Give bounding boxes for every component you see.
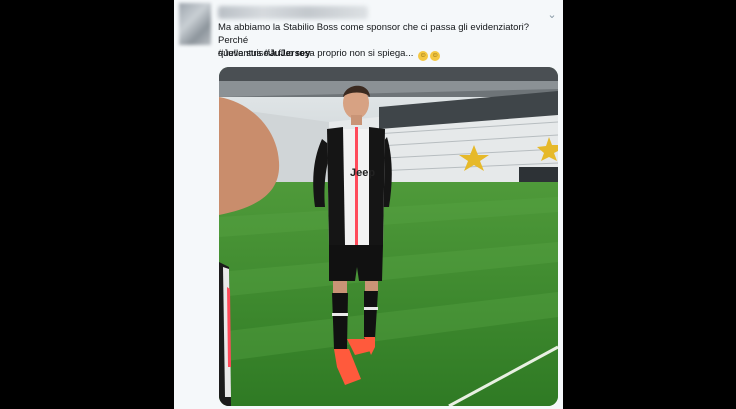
hashtag-juventus[interactable]: #Juventus <box>218 48 261 59</box>
hashtags: #Juventus #JuJersey <box>218 48 310 59</box>
relieved-face-emoji-icon: ☺ <box>418 51 429 61</box>
photo-illustration: Jeep <box>219 67 558 406</box>
jersey-sponsor-text: Jeep <box>350 167 375 179</box>
hashtag-jujersey[interactable]: #JuJersey <box>264 48 310 59</box>
tweet-card: ⌄ Ma abbiamo la Stabilio Boss come spons… <box>174 0 563 409</box>
tweet-text-line-1: Ma abbiamo la Stabilio Boss come sponsor… <box>218 22 530 46</box>
face-with-tongue-emoji-icon: ☺ <box>430 51 441 61</box>
viewer-background: ⌄ Ma abbiamo la Stabilio Boss come spons… <box>0 0 736 409</box>
tweet-photo[interactable]: Jeep <box>219 67 558 406</box>
chevron-down-icon[interactable]: ⌄ <box>545 8 559 22</box>
author-name-redacted <box>218 6 368 19</box>
avatar[interactable] <box>179 3 211 45</box>
